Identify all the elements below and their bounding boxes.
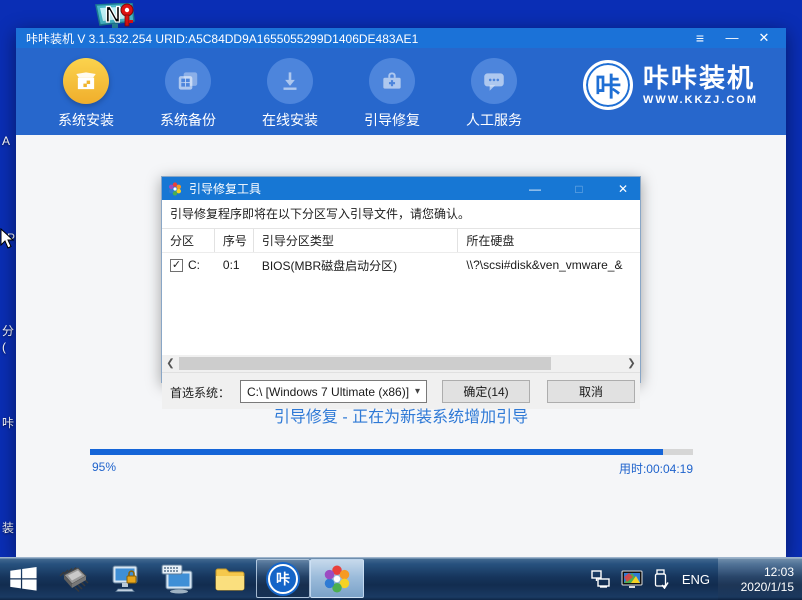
dialog-close-icon[interactable]: ✕ xyxy=(616,182,630,196)
progress-fill xyxy=(90,449,663,455)
brand-name: 咔咔装机 xyxy=(643,65,758,91)
column-index[interactable]: 序号 xyxy=(215,229,254,252)
nav-label: 在线安装 xyxy=(240,110,340,130)
taskbar-chip-icon[interactable] xyxy=(48,557,100,600)
progress-bar xyxy=(90,449,693,455)
dialog-titlebar[interactable]: 引导修复工具 — □ ✕ xyxy=(162,177,640,200)
window-controls: ≡ — ✕ xyxy=(692,28,772,48)
status-text: 引导修复 - 正在为新装系统增加引导 xyxy=(16,403,786,427)
display-icon[interactable] xyxy=(621,570,643,589)
preferred-system-select[interactable]: C:\ [Windows 7 Ultimate (x86)] ▾ xyxy=(240,380,427,403)
desktop-label-fragment: ( xyxy=(2,340,6,354)
nav-system-install[interactable]: 系统安装 xyxy=(36,58,136,130)
boot-repair-dialog: 引导修复工具 — □ ✕ 引导修复程序即将在以下分区写入引导文件，请您确认。 分… xyxy=(161,176,641,383)
scroll-left-icon[interactable]: ❮ xyxy=(162,355,179,372)
kaka-app-icon: 咔 xyxy=(268,564,298,594)
cell-partition: C: xyxy=(188,258,200,272)
app-titlebar: 咔咔装机 V 3.1.532.254 URID:A5C84DD9A1655055… xyxy=(16,28,786,48)
chat-icon xyxy=(471,58,517,104)
nav-label: 引导修复 xyxy=(342,110,442,130)
network-icon[interactable] xyxy=(591,570,611,588)
svg-text:N: N xyxy=(105,2,121,27)
minimize-icon[interactable]: — xyxy=(724,28,740,48)
taskbar-monitor-lock-icon[interactable] xyxy=(100,557,152,600)
desktop-label-fragment: 装 xyxy=(2,519,14,536)
system-tray: ENG 12:03 2020/1/15 xyxy=(586,558,802,600)
table-row[interactable]: ✓ C: 0:1 BIOS(MBR磁盘启动分区) \\?\scsi#disk&v… xyxy=(162,253,640,277)
elapsed-time: 用时:00:04:19 xyxy=(90,460,693,477)
usb-icon[interactable] xyxy=(653,569,669,589)
app-toolbar: 系统安装 系统备份 xyxy=(16,48,786,135)
cell-disk: \\?\scsi#disk&ven_vmware_& xyxy=(458,258,640,272)
clock-time: 12:03 xyxy=(718,565,794,579)
download-icon xyxy=(267,58,313,104)
nav-system-backup[interactable]: 系统备份 xyxy=(138,58,238,130)
taskbar-pinwheel-app-button[interactable] xyxy=(310,559,364,598)
taskbar-kaka-app-button[interactable]: 咔 xyxy=(256,559,310,598)
row-checkbox[interactable]: ✓ xyxy=(170,259,183,272)
install-box-icon xyxy=(63,58,109,104)
column-partition[interactable]: 分区 xyxy=(162,229,215,252)
cancel-button[interactable]: 取消 xyxy=(547,380,635,403)
desktop: N A PE 分 ( 咔 装 咔咔装机 V 3.1.532.254 URID:A… xyxy=(0,0,802,600)
dialog-title: 引导修复工具 xyxy=(189,180,261,197)
taskbar: 咔 xyxy=(0,557,802,600)
clock-date: 2020/1/15 xyxy=(718,580,794,594)
backup-windows-icon xyxy=(165,58,211,104)
nav-online-install[interactable]: 在线安装 xyxy=(240,58,340,130)
nav-human-service[interactable]: 人工服务 xyxy=(444,58,544,130)
dialog-message: 引导修复程序即将在以下分区写入引导文件，请您确认。 xyxy=(162,200,640,229)
desktop-label-fragment: 咔 xyxy=(2,414,14,431)
language-indicator[interactable]: ENG xyxy=(682,572,710,587)
dialog-minimize-icon[interactable]: — xyxy=(528,182,542,196)
column-boot-type[interactable]: 引导分区类型 xyxy=(254,229,459,252)
ok-button[interactable]: 确定(14) xyxy=(442,380,530,403)
chevron-down-icon: ▾ xyxy=(415,386,420,397)
clock[interactable]: 12:03 2020/1/15 xyxy=(718,558,802,600)
pinwheel-icon xyxy=(167,181,183,197)
start-button[interactable] xyxy=(0,557,48,600)
dialog-controls: — □ ✕ xyxy=(528,177,630,200)
table-header: 分区 序号 引导分区类型 所在硬盘 xyxy=(162,229,640,253)
mouse-cursor xyxy=(0,228,14,255)
toolbox-icon xyxy=(369,58,415,104)
app-title: 咔咔装机 V 3.1.532.254 URID:A5C84DD9A1655055… xyxy=(26,30,418,47)
scrollbar-thumb[interactable] xyxy=(179,357,551,370)
table-empty-area xyxy=(162,277,640,355)
brand-badge-icon: 咔 xyxy=(583,60,633,110)
cell-boot-type: BIOS(MBR磁盘启动分区) xyxy=(254,257,459,274)
cell-index: 0:1 xyxy=(215,258,254,272)
menu-icon[interactable]: ≡ xyxy=(692,28,708,48)
brand-logo: 咔 咔咔装机 WWW.KKZJ.COM xyxy=(583,60,758,110)
desktop-label-fragment: 分 xyxy=(2,322,14,339)
close-icon[interactable]: ✕ xyxy=(756,28,772,48)
nav-label: 人工服务 xyxy=(444,110,544,130)
nav-label: 系统安装 xyxy=(36,110,136,130)
nav-label: 系统备份 xyxy=(138,110,238,130)
nav-boot-repair[interactable]: 引导修复 xyxy=(342,58,442,130)
desktop-label-fragment: A xyxy=(2,134,10,148)
preferred-system-value: C:\ [Windows 7 Ultimate (x86)] xyxy=(247,385,409,399)
brand-site: WWW.KKZJ.COM xyxy=(643,94,758,106)
horizontal-scrollbar[interactable]: ❮ ❯ xyxy=(162,355,640,372)
taskbar-monitor-keyboard-icon[interactable] xyxy=(152,557,204,600)
windows-logo-icon xyxy=(10,567,38,591)
taskbar-folder-icon[interactable] xyxy=(204,557,256,600)
column-disk[interactable]: 所在硬盘 xyxy=(458,229,640,252)
pinwheel-icon xyxy=(322,564,352,594)
scroll-right-icon[interactable]: ❯ xyxy=(623,355,640,372)
kaka-app-window: 咔咔装机 V 3.1.532.254 URID:A5C84DD9A1655055… xyxy=(16,28,786,557)
dialog-maximize-icon[interactable]: □ xyxy=(572,182,586,196)
preferred-system-label: 首选系统： xyxy=(170,384,230,401)
